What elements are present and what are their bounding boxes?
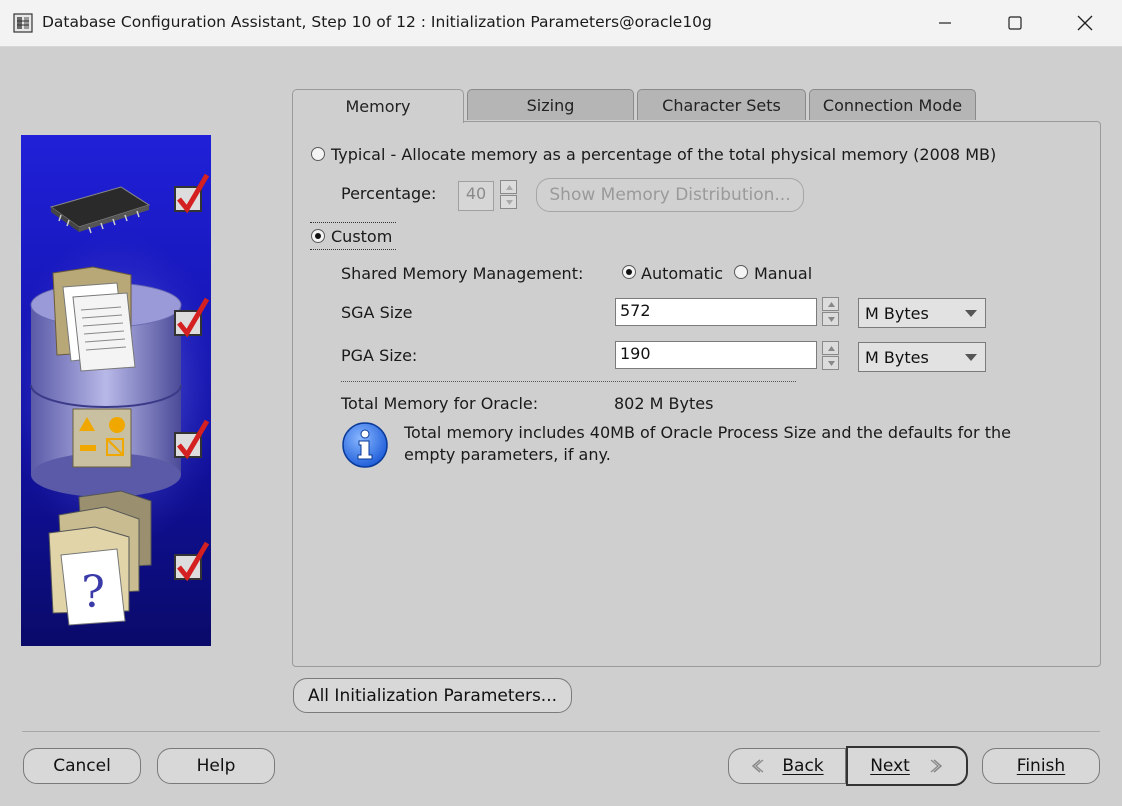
- app-icon: [12, 12, 34, 34]
- automatic-radio[interactable]: [622, 265, 636, 279]
- footer-separator: [22, 731, 1100, 732]
- tab-label: Connection Mode: [822, 95, 963, 115]
- pga-size-field[interactable]: 190: [615, 341, 817, 369]
- show-memory-distribution-button[interactable]: Show Memory Distribution...: [536, 178, 804, 212]
- tab-connection-mode[interactable]: Connection Mode: [809, 89, 976, 120]
- chevron-left-icon: [752, 759, 764, 773]
- total-memory-label: Total Memory for Oracle:: [341, 394, 539, 413]
- percentage-field[interactable]: 40: [458, 181, 494, 211]
- close-button[interactable]: [1050, 0, 1120, 46]
- tab-label: Sizing: [526, 95, 575, 115]
- wizard-illustration: ?: [6, 135, 226, 646]
- chevron-down-icon: [965, 354, 977, 361]
- pga-spinner[interactable]: [822, 341, 839, 371]
- title-bar: Database Configuration Assistant, Step 1…: [0, 0, 1122, 47]
- back-button[interactable]: Back: [728, 748, 846, 784]
- next-label: Next: [870, 756, 910, 776]
- custom-label: Custom: [331, 227, 393, 246]
- typical-label: Typical - Allocate memory as a percentag…: [331, 145, 997, 164]
- typical-radio[interactable]: [311, 147, 325, 161]
- shapes-tile-icon: [72, 408, 132, 468]
- finish-button[interactable]: Finish: [982, 748, 1100, 784]
- tab-label: Character Sets: [662, 95, 781, 115]
- window-title: Database Configuration Assistant, Step 1…: [42, 13, 712, 31]
- info-text-line2: empty parameters, if any.: [404, 445, 611, 464]
- maximize-button[interactable]: [980, 0, 1050, 46]
- info-icon: [341, 421, 389, 469]
- pga-unit-value: M Bytes: [865, 348, 929, 367]
- tab-sizing[interactable]: Sizing: [467, 89, 634, 120]
- next-button[interactable]: Next: [846, 746, 968, 786]
- total-memory-value: 802 M Bytes: [614, 394, 714, 413]
- chevron-right-icon: [930, 759, 942, 773]
- sga-unit-select[interactable]: M Bytes: [858, 298, 986, 328]
- help-button[interactable]: Help: [157, 748, 275, 784]
- percentage-label: Percentage:: [341, 184, 437, 203]
- back-label: Back: [782, 756, 824, 776]
- sga-unit-value: M Bytes: [865, 304, 929, 323]
- tab-memory[interactable]: Memory: [292, 89, 464, 123]
- svg-text:?: ?: [81, 567, 105, 618]
- pga-unit-select[interactable]: M Bytes: [858, 342, 986, 372]
- minimize-button[interactable]: [910, 0, 980, 46]
- sga-spinner[interactable]: [822, 297, 839, 327]
- pga-size-label: PGA Size:: [341, 346, 418, 365]
- all-initialization-parameters-button[interactable]: All Initialization Parameters...: [293, 678, 572, 713]
- manual-label: Manual: [754, 264, 813, 283]
- tab-character-sets[interactable]: Character Sets: [637, 89, 806, 120]
- maximize-icon: [1008, 16, 1022, 30]
- minimize-icon: [939, 22, 951, 24]
- sga-size-label: SGA Size: [341, 303, 413, 322]
- tab-label: Memory: [345, 97, 411, 116]
- shared-memory-label: Shared Memory Management:: [341, 264, 584, 283]
- info-text-line1: Total memory includes 40MB of Oracle Pro…: [404, 423, 1011, 442]
- sga-size-field[interactable]: 572: [615, 298, 817, 326]
- chevron-down-icon: [965, 310, 977, 317]
- percentage-spinner[interactable]: [500, 180, 517, 210]
- automatic-label: Automatic: [641, 264, 724, 283]
- separator: [341, 381, 796, 382]
- finish-label: Finish: [1016, 756, 1066, 776]
- custom-radio[interactable]: [311, 229, 325, 243]
- cancel-button[interactable]: Cancel: [23, 748, 141, 784]
- manual-radio[interactable]: [734, 265, 748, 279]
- close-icon: [1077, 15, 1093, 31]
